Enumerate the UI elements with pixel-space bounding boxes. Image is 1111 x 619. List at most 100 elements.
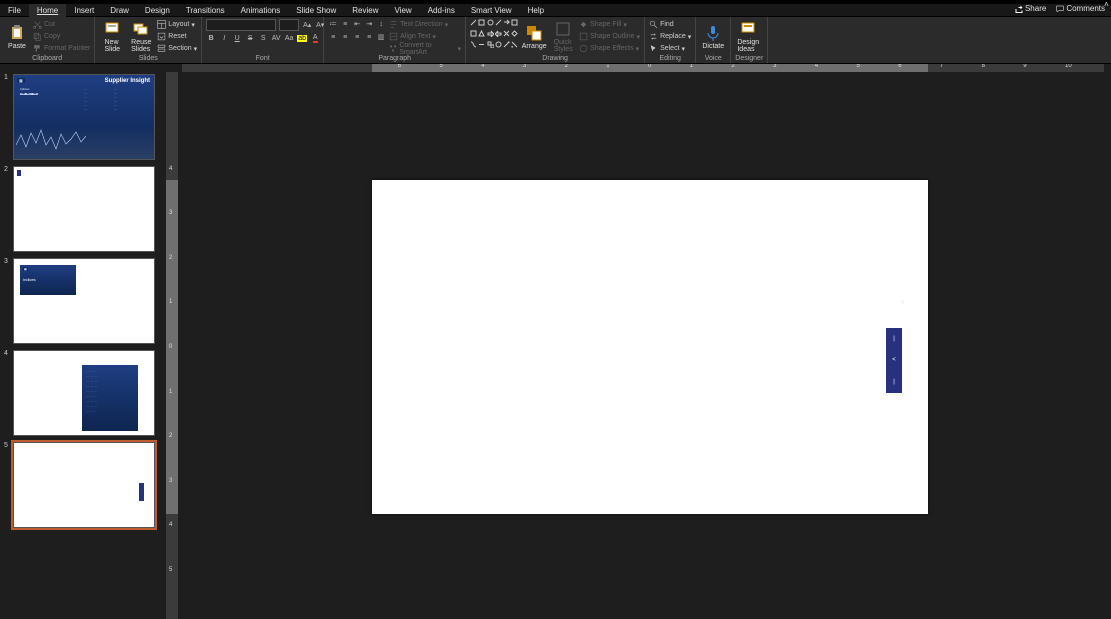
italic-button[interactable]: I bbox=[219, 33, 229, 43]
shape-item[interactable] bbox=[495, 41, 502, 48]
shape-item[interactable] bbox=[478, 19, 485, 26]
slide-shape-1[interactable]: |<| bbox=[886, 328, 902, 393]
shape-item[interactable] bbox=[495, 30, 502, 37]
increase-font-button[interactable]: A▴ bbox=[302, 20, 312, 30]
cut-button[interactable]: Cut bbox=[33, 19, 90, 30]
justify-button[interactable]: ≡ bbox=[364, 32, 374, 42]
shape-item[interactable] bbox=[495, 19, 502, 26]
mic-icon bbox=[705, 25, 721, 41]
tab-home[interactable]: Home bbox=[29, 4, 66, 17]
font-size-select[interactable] bbox=[279, 19, 299, 31]
font-name-select[interactable] bbox=[206, 19, 276, 31]
dictate-button[interactable]: Dictate bbox=[700, 19, 726, 55]
line-spacing-button[interactable]: ↕ bbox=[376, 19, 386, 29]
layout-button[interactable]: Layout ▾ bbox=[157, 19, 197, 30]
thumb-number: 4 bbox=[4, 350, 10, 436]
slide-thumbnail-5[interactable] bbox=[13, 442, 155, 528]
tab-review[interactable]: Review bbox=[344, 4, 386, 17]
slide-thumbnail-4[interactable]: ··· ··· ······ ··· ······ ··· ······ ···… bbox=[13, 350, 155, 436]
shape-outline-button[interactable]: Shape Outline ▾ bbox=[579, 31, 640, 42]
tab-smart-view[interactable]: Smart View bbox=[463, 4, 520, 17]
replace-button[interactable]: Replace ▾ bbox=[649, 31, 691, 42]
group-label-editing: Editing bbox=[649, 55, 691, 63]
group-editing: Find Replace ▾ Select ▾ Editing bbox=[645, 17, 696, 63]
vertical-scrollbar[interactable] bbox=[1104, 72, 1111, 619]
shape-item[interactable] bbox=[511, 19, 518, 26]
shape-item[interactable] bbox=[503, 19, 510, 26]
shape-item[interactable] bbox=[487, 30, 494, 37]
new-slide-button[interactable]: New Slide bbox=[99, 19, 125, 55]
bullets-button[interactable]: ≔ bbox=[328, 19, 338, 29]
shape-item[interactable] bbox=[478, 41, 485, 48]
font-color-button[interactable]: A bbox=[310, 33, 320, 43]
group-label-slides: Slides bbox=[99, 55, 197, 63]
underline-button[interactable]: U bbox=[232, 33, 242, 43]
shape-fill-button[interactable]: Shape Fill ▾ bbox=[579, 19, 640, 30]
group-label-drawing: Drawing bbox=[470, 55, 640, 63]
tab-file[interactable]: File bbox=[0, 4, 29, 17]
shape-item[interactable] bbox=[470, 19, 477, 26]
design-ideas-button[interactable]: Design Ideas bbox=[735, 19, 761, 55]
align-center-button[interactable]: ≡ bbox=[340, 32, 350, 42]
indent-dec-button[interactable]: ⇤ bbox=[352, 19, 362, 29]
copy-button[interactable]: Copy bbox=[33, 31, 90, 42]
shape-effects-button[interactable]: Shape Effects ▾ bbox=[579, 43, 640, 54]
group-paragraph: ≔ ≡ ⇤ ⇥ ↕ ≡ ≡ ≡ ≡ ▥ Text Direction ▾ bbox=[324, 17, 466, 63]
tab-animations[interactable]: Animations bbox=[233, 4, 289, 17]
brush-icon bbox=[33, 44, 42, 53]
shape-item[interactable] bbox=[487, 19, 494, 26]
comments-button[interactable]: Comments bbox=[1056, 4, 1105, 13]
reuse-slides-button[interactable]: Reuse Slides bbox=[128, 19, 154, 55]
slide-thumbnail-1[interactable]: ▦Supplier Insight▃▂▄▂▃▄▂▃Indices········… bbox=[13, 74, 155, 160]
convert-smartart-button[interactable]: Convert to SmartArt ▾ bbox=[389, 43, 461, 54]
char-spacing-button[interactable]: AV bbox=[271, 33, 281, 43]
ribbon: Paste Cut Copy Format Painter Clipboard bbox=[0, 17, 1111, 64]
text-shadow-button[interactable]: S bbox=[258, 33, 268, 43]
shape-item[interactable] bbox=[487, 41, 494, 48]
tab-insert[interactable]: Insert bbox=[66, 4, 102, 17]
shape-item[interactable] bbox=[470, 41, 477, 48]
shape-item[interactable] bbox=[503, 41, 510, 48]
find-button[interactable]: Find bbox=[649, 19, 691, 30]
slide-thumbnails-panel[interactable]: 1▦Supplier Insight▃▂▄▂▃▄▂▃Indices·······… bbox=[0, 72, 166, 619]
slide[interactable]: |<| bbox=[372, 180, 928, 514]
tab-design[interactable]: Design bbox=[137, 4, 178, 17]
quick-styles-button[interactable]: Quick Styles bbox=[550, 19, 576, 55]
shape-item[interactable] bbox=[511, 30, 518, 37]
shape-item[interactable] bbox=[503, 30, 510, 37]
share-button[interactable]: Share bbox=[1015, 4, 1046, 13]
shape-item[interactable] bbox=[478, 30, 485, 37]
arrange-button[interactable]: Arrange bbox=[521, 19, 547, 55]
collapse-ribbon-button[interactable]: ˄ bbox=[1104, 0, 1111, 7]
tab-draw[interactable]: Draw bbox=[102, 4, 137, 17]
thumb-number: 3 bbox=[4, 258, 10, 344]
select-button[interactable]: Select ▾ bbox=[649, 43, 691, 54]
slide-thumbnail-3[interactable]: Indices▦ bbox=[13, 258, 155, 344]
tab-slide-show[interactable]: Slide Show bbox=[288, 4, 344, 17]
indent-inc-button[interactable]: ⇥ bbox=[364, 19, 374, 29]
strike-button[interactable]: S bbox=[245, 33, 255, 43]
shapes-gallery[interactable] bbox=[470, 19, 518, 51]
slide-thumbnail-2[interactable] bbox=[13, 166, 155, 252]
tab-view[interactable]: View bbox=[387, 4, 420, 17]
group-label-designer: Designer bbox=[735, 55, 763, 63]
section-button[interactable]: Section ▾ bbox=[157, 43, 197, 54]
slide-canvas[interactable]: |<| ⌖ bbox=[182, 72, 1104, 619]
align-text-button[interactable]: Align Text ▾ bbox=[389, 31, 461, 42]
format-painter-button[interactable]: Format Painter bbox=[33, 43, 90, 54]
tab-help[interactable]: Help bbox=[520, 4, 552, 17]
tab-add-ins[interactable]: Add-ins bbox=[420, 4, 463, 17]
paste-button[interactable]: Paste bbox=[4, 19, 30, 55]
change-case-button[interactable]: Aa bbox=[284, 33, 294, 43]
bold-button[interactable]: B bbox=[206, 33, 216, 43]
reset-button[interactable]: Reset bbox=[157, 31, 197, 42]
numbering-button[interactable]: ≡ bbox=[340, 19, 350, 29]
align-right-button[interactable]: ≡ bbox=[352, 32, 362, 42]
align-left-button[interactable]: ≡ bbox=[328, 32, 338, 42]
shape-item[interactable] bbox=[511, 41, 518, 48]
columns-button[interactable]: ▥ bbox=[376, 32, 386, 42]
shape-item[interactable] bbox=[470, 30, 477, 37]
tab-transitions[interactable]: Transitions bbox=[178, 4, 233, 17]
highlight-button[interactable]: ab bbox=[297, 33, 307, 43]
text-direction-button[interactable]: Text Direction ▾ bbox=[389, 19, 461, 30]
